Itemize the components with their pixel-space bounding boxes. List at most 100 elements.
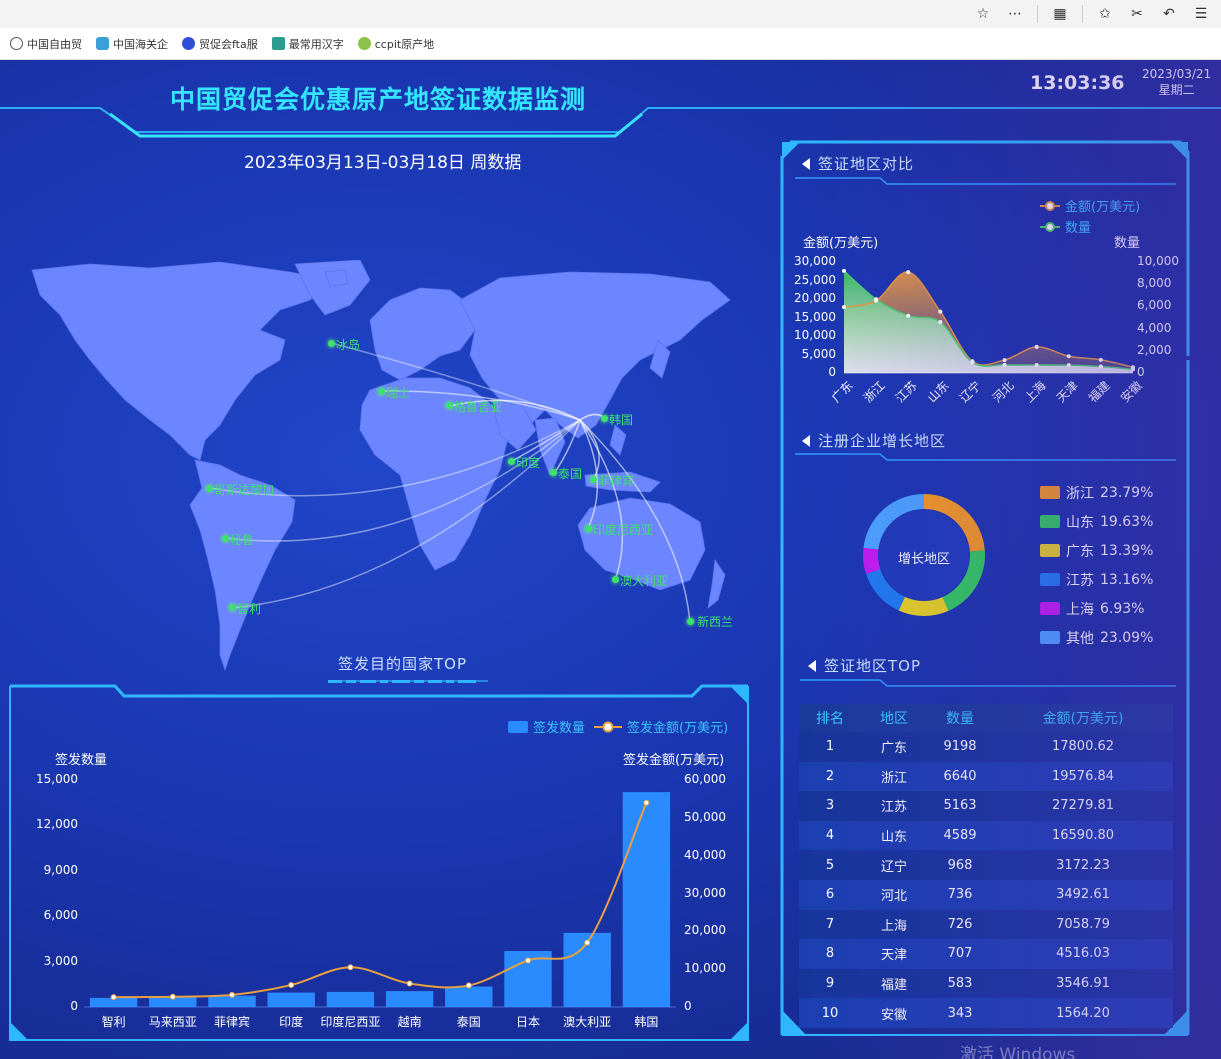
table-cell: 3492.61 — [1056, 887, 1110, 903]
table-cell: 9 — [825, 976, 835, 992]
legend-pct: 23.79% — [1100, 484, 1154, 501]
table-row[interactable]: 6 河北 736 3492.61 — [799, 879, 1173, 910]
table-row[interactable]: 5 辽宁 968 3172.23 — [799, 850, 1173, 880]
table-cell: 19576.84 — [1051, 768, 1115, 784]
donut-legend-item[interactable]: 其他 23.09% — [1040, 623, 1153, 652]
legend-pct: 23.09% — [1100, 629, 1154, 646]
legend-pct: 13.16% — [1100, 571, 1154, 588]
table-cell: 968 — [947, 857, 973, 873]
bookmark-item[interactable]: 中国海关企 — [96, 36, 168, 52]
table-cell: 2 — [825, 768, 835, 784]
toolbar-divider — [1082, 5, 1083, 23]
table-body: 1 广东 9198 17800.62 2 浙江 6640 19576.84 3 江苏 5163 272… — [799, 732, 1173, 1028]
column-header: 数量 — [946, 711, 974, 727]
table-cell: 广东 — [880, 741, 907, 757]
donut-center-label: 增长地区 — [897, 552, 950, 567]
dashboard: 中国贸促会优惠原产地签证数据监测 13:03:36 2023/03/21 星期二… — [0, 60, 1221, 1059]
table-row[interactable]: 9 福建 583 3546.91 — [799, 968, 1173, 999]
donut-legend-item[interactable]: 山东 19.63% — [1040, 507, 1153, 536]
table-cell: 8 — [825, 946, 835, 962]
legend-label: 山东 — [1066, 514, 1094, 531]
donut-legend-item[interactable]: 江苏 13.16% — [1040, 565, 1153, 594]
table-cell: 河北 — [880, 889, 907, 905]
table-row[interactable]: 4 山东 4589 16590.80 — [799, 820, 1173, 851]
browser-toolbar: ☆ ⋯ ▦ ✩ ✂ ↶ ☰ — [0, 0, 1221, 28]
star-icon[interactable]: ☆ — [973, 4, 993, 24]
bookmark-item[interactable]: 贸促会fta服 — [182, 36, 258, 52]
table-row[interactable]: 2 浙江 6640 19576.84 — [799, 761, 1173, 792]
bookmark-label: 中国自由贸 — [27, 37, 82, 51]
legend-swatch — [1040, 602, 1060, 615]
scissors-icon[interactable]: ✂ — [1127, 4, 1147, 24]
bookmark-label: ccpit原产地 — [374, 37, 435, 51]
table-cell: 3546.91 — [1056, 976, 1110, 992]
table-cell: 5 — [825, 857, 835, 873]
paw-icon — [182, 37, 195, 50]
column-header: 金额(万美元) — [1042, 711, 1124, 727]
table-row[interactable]: 8 天津 707 4516.03 — [799, 939, 1173, 969]
legend-label: 广东 — [1066, 543, 1094, 560]
donut-legend-item[interactable]: 上海 6.93% — [1040, 594, 1153, 623]
table-cell: 736 — [947, 887, 973, 903]
table-cell: 3 — [825, 798, 835, 814]
legend-label: 其他 — [1066, 630, 1094, 647]
table-cell: 343 — [947, 1005, 973, 1021]
table-cell: 山东 — [880, 830, 907, 846]
customs-icon — [96, 37, 109, 50]
more-icon[interactable]: ⋯ — [1005, 4, 1025, 24]
table-row[interactable]: 3 江苏 5163 27279.81 — [799, 791, 1173, 821]
table-cell: 6640 — [943, 768, 977, 784]
bookmark-item[interactable]: 最常用汉字 — [271, 36, 344, 52]
donut-legend-item[interactable]: 浙江 23.79% — [1040, 478, 1153, 507]
legend-pct: 13.39% — [1100, 542, 1154, 559]
table-cell: 江苏 — [880, 800, 907, 816]
section-title-region-top: 签证地区TOP — [808, 655, 921, 676]
bookmark-label: 中国海关企 — [113, 37, 168, 51]
legend-swatch — [1040, 515, 1060, 528]
table-cell: 福建 — [880, 978, 907, 994]
table-cell: 1 — [825, 739, 835, 755]
favorites-icon[interactable]: ✩ — [1095, 4, 1115, 24]
table-cell: 浙江 — [880, 770, 907, 786]
table-row[interactable]: 7 上海 726 7058.79 — [799, 909, 1173, 940]
bookmarks-bar: 中国自由贸 中国海关企 贸促会fta服 最常用汉字 ccpit原产地 — [0, 28, 1221, 60]
undo-icon[interactable]: ↶ — [1159, 4, 1179, 24]
table-cell: 4589 — [943, 828, 977, 844]
leaf-icon — [357, 37, 371, 50]
region-top-table: 排名 地区 数量 金额(万美元) 1 广东 9198 17800.62 2 浙江 6640 1… — [799, 704, 1173, 1028]
legend-swatch — [1040, 486, 1060, 499]
table-cell: 4 — [825, 828, 835, 844]
legend-label: 浙江 — [1066, 485, 1094, 502]
menu-icon[interactable]: ☰ — [1191, 4, 1211, 24]
table-cell: 7 — [825, 916, 835, 932]
table-cell: 5163 — [943, 798, 977, 814]
table-cell: 安徽 — [880, 1007, 907, 1023]
legend-label: 江苏 — [1066, 572, 1094, 589]
bookmark-label: 贸促会fta服 — [199, 37, 258, 51]
windows-activation-watermark: 激活 Windows — [960, 1045, 1076, 1059]
legend-swatch — [1040, 631, 1060, 644]
table-cell: 3172.23 — [1056, 857, 1110, 873]
bookmark-item[interactable]: ccpit原产地 — [357, 36, 435, 52]
table-row[interactable]: 10 安徽 343 1564.20 — [799, 998, 1173, 1028]
book-icon — [271, 37, 285, 50]
table-cell: 4516.03 — [1056, 946, 1110, 962]
table-cell: 16590.80 — [1051, 828, 1115, 844]
table-cell: 天津 — [880, 948, 907, 964]
legend-swatch — [1040, 573, 1060, 586]
table-header: 排名 地区 数量 金额(万美元) — [799, 704, 1173, 732]
donut-legend-item[interactable]: 广东 13.39% — [1040, 536, 1153, 565]
globe-icon — [10, 37, 23, 50]
table-cell: 9198 — [943, 739, 977, 755]
bookmark-item[interactable]: 中国自由贸 — [10, 36, 82, 52]
table-cell: 辽宁 — [880, 859, 907, 875]
table-cell: 6 — [825, 887, 835, 903]
legend-swatch — [1040, 544, 1060, 557]
table-cell: 上海 — [880, 918, 907, 934]
table-cell: 726 — [947, 916, 973, 932]
apps-grid-icon[interactable]: ▦ — [1050, 4, 1070, 24]
table-cell: 10 — [821, 1005, 839, 1021]
table-cell: 707 — [947, 946, 973, 962]
table-row[interactable]: 1 广东 9198 17800.62 — [799, 732, 1173, 762]
bookmark-label: 最常用汉字 — [288, 37, 344, 51]
